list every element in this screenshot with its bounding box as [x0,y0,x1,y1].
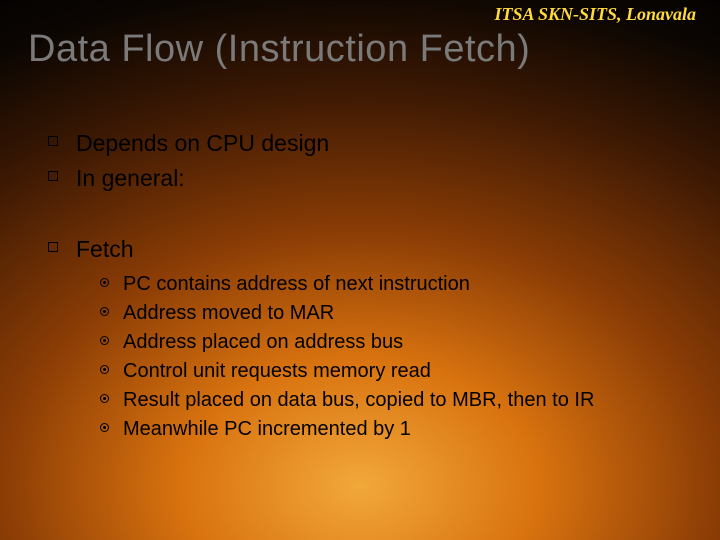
circle-bullet-icon [100,278,109,287]
sub-item-text: Address moved to MAR [123,300,334,327]
sub-item: PC contains address of next instruction [100,271,690,298]
sub-item: Control unit requests memory read [100,358,690,385]
sub-item: Meanwhile PC incremented by 1 [100,416,690,443]
slide-title: Data Flow (Instruction Fetch) [28,28,530,71]
circle-bullet-icon [100,423,109,432]
square-bullet-icon [48,171,58,181]
sub-item-text: Result placed on data bus, copied to MBR… [123,387,594,414]
sub-item-text: Control unit requests memory read [123,358,431,385]
circle-bullet-icon [100,394,109,403]
sub-item: Address placed on address bus [100,329,690,356]
org-header: ITSA SKN-SITS, Lonavala [494,4,696,25]
bullet-row: Depends on CPU design [48,128,690,159]
sub-list: PC contains address of next instruction … [100,271,690,443]
circle-bullet-icon [100,307,109,316]
circle-bullet-icon [100,336,109,345]
slide-content: Depends on CPU design In general: Fetch … [48,128,690,445]
section-heading: Fetch [76,234,134,265]
square-bullet-icon [48,136,58,146]
bullet-row: In general: [48,163,690,194]
sub-item: Address moved to MAR [100,300,690,327]
bullet-text: In general: [76,163,185,194]
circle-bullet-icon [100,365,109,374]
sub-item-text: Address placed on address bus [123,329,403,356]
sub-item-text: PC contains address of next instruction [123,271,470,298]
sub-item-text: Meanwhile PC incremented by 1 [123,416,411,443]
sub-item: Result placed on data bus, copied to MBR… [100,387,690,414]
section-heading-row: Fetch [48,234,690,265]
square-bullet-icon [48,242,58,252]
bullet-text: Depends on CPU design [76,128,329,159]
